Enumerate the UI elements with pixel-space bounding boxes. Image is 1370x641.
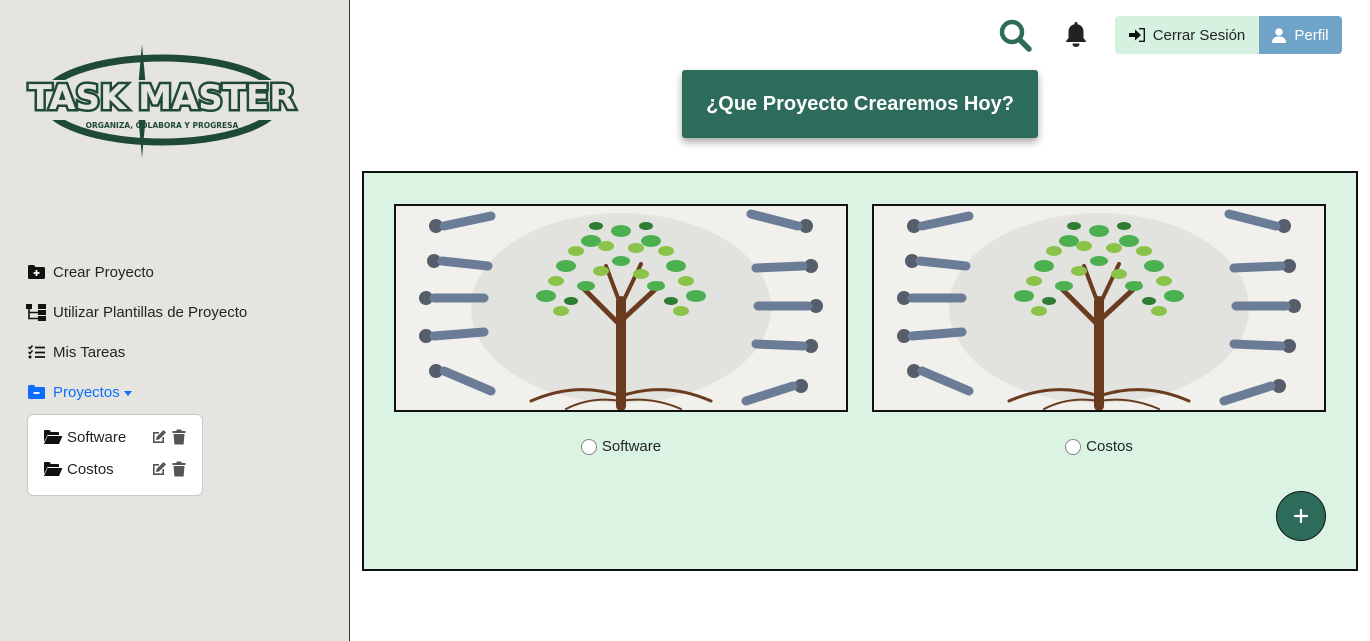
- project-image: [872, 204, 1326, 412]
- sidebar-item-label: Utilizar Plantillas de Proyecto: [53, 303, 248, 321]
- trash-icon[interactable]: [171, 429, 187, 445]
- sidebar-item-plantillas[interactable]: Utilizar Plantillas de Proyecto: [26, 302, 326, 322]
- sitemap-icon: [26, 303, 46, 321]
- svg-text:ORGANIZA, COLABORA Y PROGRESA: ORGANIZA, COLABORA Y PROGRESA: [86, 121, 239, 130]
- sidebar-item-label: Crear Proyecto: [53, 263, 154, 281]
- bell-icon[interactable]: [1064, 20, 1088, 48]
- project-name: Costos: [67, 460, 114, 478]
- project-item-software[interactable]: Software: [43, 425, 202, 449]
- folder-minus-icon: [26, 384, 46, 400]
- task-list-icon: [26, 344, 46, 360]
- sidebar-nav: Crear Proyecto Utilizar Plantillas de Pr…: [26, 262, 326, 422]
- plus-icon: [1294, 509, 1308, 523]
- profile-label: Perfil: [1294, 26, 1329, 44]
- add-project-button[interactable]: [1276, 491, 1326, 541]
- project-radio-software[interactable]: Software: [394, 438, 848, 455]
- task-master-logo: TASK MASTER ORGANIZA, COLABORA Y PROGRES…: [26, 44, 298, 158]
- logout-button[interactable]: Cerrar Sesión: [1115, 16, 1259, 54]
- sidebar-item-crear-proyecto[interactable]: Crear Proyecto: [26, 262, 326, 282]
- chevron-down-icon: [123, 390, 132, 396]
- project-name: Software: [67, 428, 127, 446]
- sidebar-item-mis-tareas[interactable]: Mis Tareas: [26, 342, 326, 362]
- logout-label: Cerrar Sesión: [1152, 26, 1246, 44]
- search-icon[interactable]: [998, 18, 1032, 52]
- project-card-costos[interactable]: Costos: [872, 204, 1326, 455]
- radio-button[interactable]: [1065, 438, 1082, 455]
- project-card-software[interactable]: Software: [394, 204, 848, 455]
- sidebar-item-proyectos[interactable]: Proyectos: [26, 382, 326, 402]
- edit-icon[interactable]: [151, 461, 167, 477]
- folder-open-icon: [44, 462, 63, 476]
- projects-dropdown: Software Costos: [27, 414, 203, 496]
- sidebar: TASK MASTER ORGANIZA, COLABORA Y PROGRES…: [0, 0, 350, 641]
- project-image: [394, 204, 848, 412]
- project-radio-costos[interactable]: Costos: [872, 438, 1326, 455]
- edit-icon[interactable]: [151, 429, 167, 445]
- sidebar-item-label: Proyectos: [53, 383, 120, 401]
- radio-button[interactable]: [580, 438, 597, 455]
- trash-icon[interactable]: [171, 461, 187, 477]
- project-card-label: Costos: [1086, 438, 1133, 455]
- sign-in-icon: [1128, 28, 1145, 42]
- folder-open-icon: [44, 430, 63, 444]
- project-item-costos[interactable]: Costos: [43, 457, 202, 481]
- profile-button[interactable]: Perfil: [1259, 16, 1342, 54]
- folder-plus-icon: [26, 264, 46, 280]
- sidebar-item-label: Mis Tareas: [53, 343, 126, 361]
- page-title: ¿Que Proyecto Crearemos Hoy?: [682, 70, 1038, 138]
- user-icon: [1272, 27, 1287, 43]
- project-card-label: Software: [601, 438, 662, 455]
- projects-panel: Software Costos: [362, 171, 1358, 571]
- svg-text:TASK MASTER: TASK MASTER: [29, 78, 296, 118]
